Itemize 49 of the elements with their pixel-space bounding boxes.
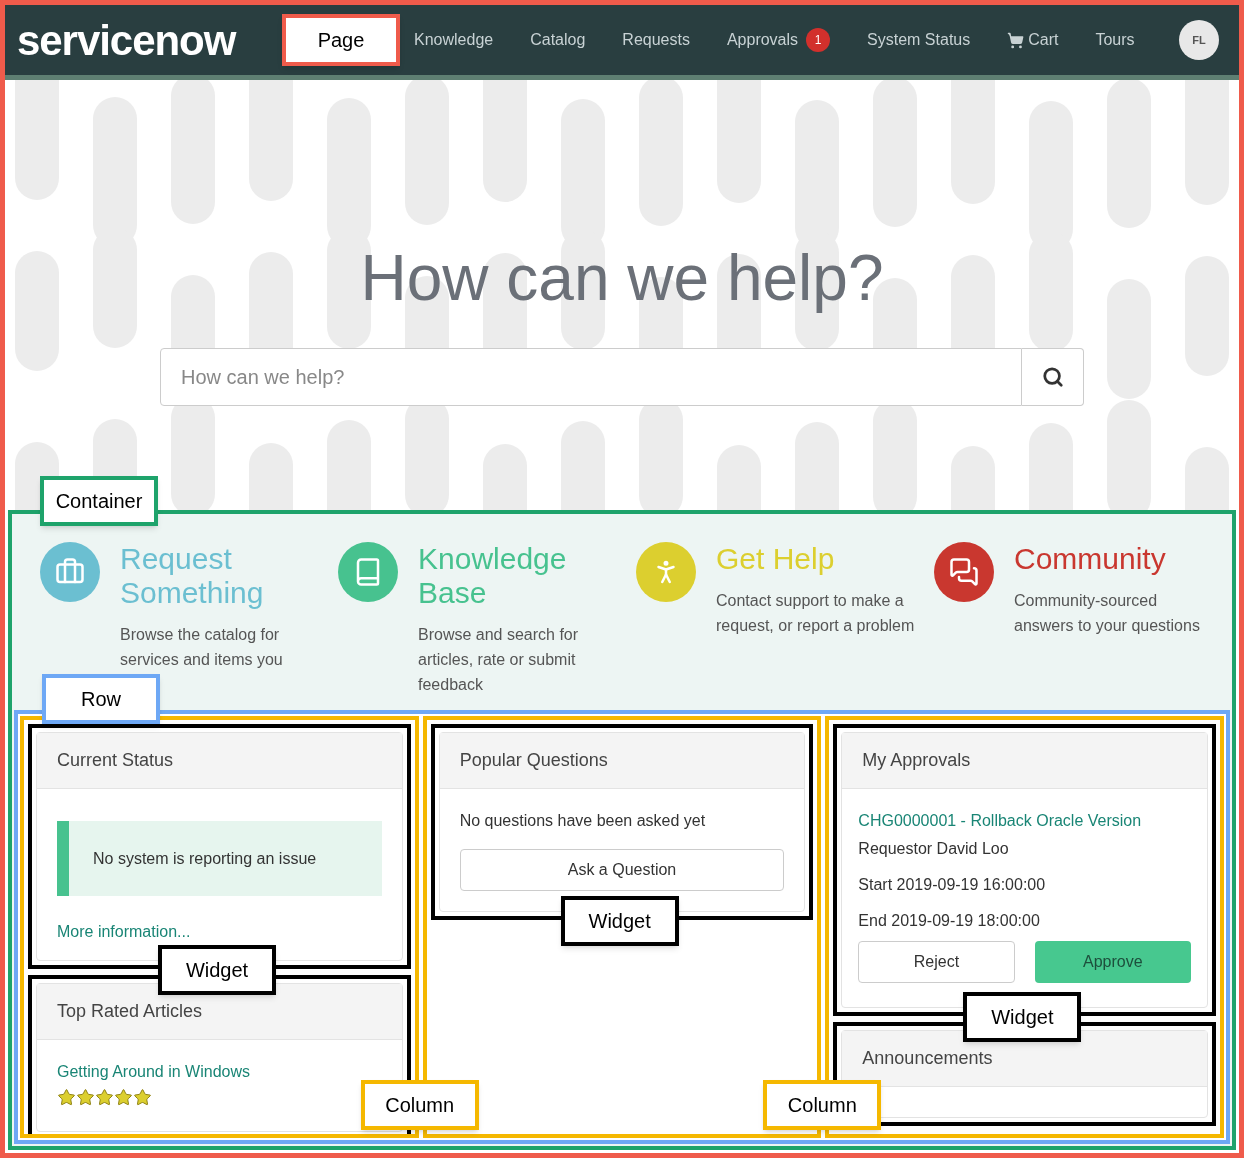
empty-message: No questions have been asked yet (459, 811, 707, 831)
nav-link[interactable]: System Status (867, 28, 971, 52)
reject-button[interactable]: Reject (858, 941, 1015, 983)
approval-link[interactable]: CHG0000001 - Rollback Oracle Version (858, 809, 1191, 833)
search-field[interactable]: How can we help? (160, 348, 1022, 406)
annotation-label: Widget (963, 992, 1082, 1042)
star-icon (133, 1088, 152, 1107)
category-description: Community-sourced answers to your questions (1014, 591, 1201, 636)
widget-title: Top Rated Articles (57, 1000, 203, 1023)
approve-button[interactable]: Approve (1034, 941, 1191, 983)
ask-question-button[interactable]: Ask a Question (459, 849, 785, 891)
chat-bubbles-icon (949, 557, 979, 587)
status-message: No system is reporting an issue (93, 848, 317, 869)
nav-link[interactable]: Knowledge (414, 28, 494, 52)
annotation-label: Column (360, 1080, 479, 1130)
annotation-label: Widget (560, 896, 679, 946)
approval-detail: Requestor David Loo (858, 839, 1010, 859)
count-badge: 1 (806, 28, 831, 52)
category-title[interactable]: Community (1014, 542, 1219, 576)
search-button[interactable] (1022, 348, 1084, 406)
search-icon (1041, 366, 1064, 388)
category-description: Browse the catalog for services and items you (120, 625, 284, 670)
star-icon (95, 1088, 114, 1107)
annotation-label: Column (763, 1080, 882, 1130)
nav-link[interactable]: Approvals 1 (726, 28, 831, 52)
nav-link[interactable]: Requests (622, 28, 690, 52)
widget-title: My Approvals (862, 749, 971, 772)
avatar[interactable]: FL (1179, 20, 1219, 60)
nav-link[interactable]: Cart (1007, 28, 1059, 52)
star-icon (76, 1088, 95, 1107)
approval-detail: End 2019-09-19 18:00:00 (858, 911, 1041, 931)
logo: servicenow (17, 15, 237, 66)
star-icon (57, 1088, 76, 1107)
cart-icon (1007, 31, 1025, 49)
widget-title: Announcements (862, 1047, 993, 1070)
more-information-link[interactable]: More information... (57, 920, 382, 944)
annotation-label: Row (42, 674, 160, 724)
annotation-label: Container (40, 476, 158, 526)
approval-detail: Start 2019-09-19 16:00:00 (858, 875, 1047, 895)
hero-title: How can we help? (360, 241, 884, 316)
nav-link[interactable]: Tours (1095, 28, 1135, 52)
annotation-label: Widget (158, 945, 276, 995)
annotation-label: Page (282, 14, 400, 66)
nav-link[interactable]: Catalog (530, 28, 586, 52)
category-description: Browse and search for articles, rate or submit feedback (418, 625, 580, 695)
star-icon (114, 1088, 133, 1107)
widget-title: Popular Questions (459, 749, 608, 772)
category-description: Contact support to make a request, or report a problem (716, 591, 916, 636)
widget-title: Current Status (57, 749, 174, 772)
